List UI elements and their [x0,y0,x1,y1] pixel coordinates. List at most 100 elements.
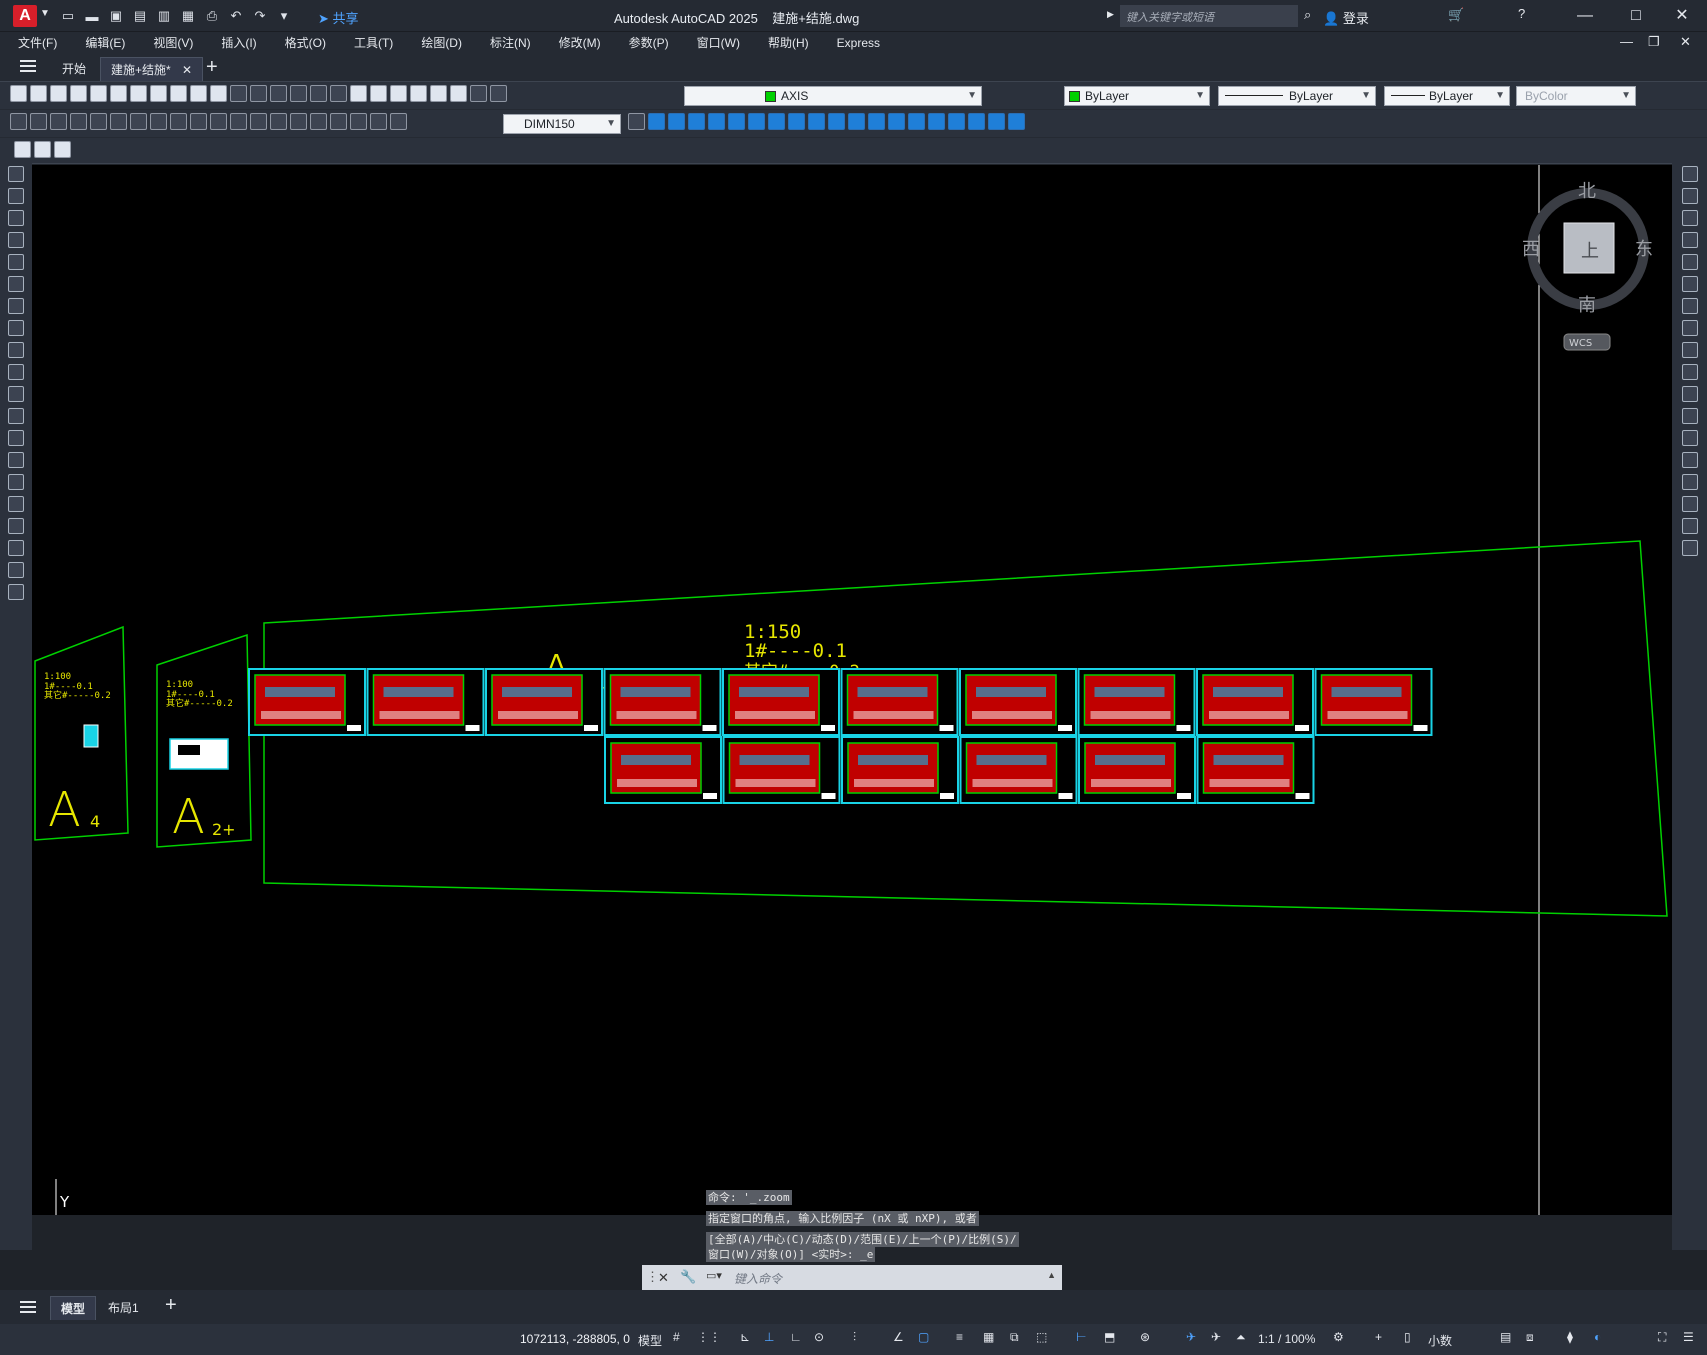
solid-union-icon[interactable] [648,113,665,130]
polyline-icon[interactable] [8,210,24,226]
qnew-icon[interactable] [10,85,27,102]
design-center-icon[interactable] [370,85,387,102]
inspect-icon[interactable] [310,113,327,130]
center-mark-icon[interactable] [290,113,307,130]
lock-ui-icon[interactable]: ⧈ [1526,1330,1534,1348]
customize-wrench-icon[interactable]: 🔧 [680,1269,696,1285]
copy-icon[interactable] [1681,188,1698,204]
object-snap-icon[interactable]: ▢ [918,1330,929,1348]
add-selected-icon[interactable] [8,584,24,600]
open-icon[interactable] [30,85,47,102]
copy-icon[interactable] [170,85,187,102]
blend-curves-icon[interactable] [1681,518,1698,534]
paste-icon[interactable] [190,85,207,102]
dim-update-icon[interactable] [390,113,407,130]
check-icon[interactable] [988,113,1005,130]
menu-draw[interactable]: 绘图(D) [421,32,462,54]
zoom-realtime-icon[interactable] [290,85,307,102]
compass-south[interactable]: 南 [1578,295,1596,316]
array-icon[interactable] [1681,254,1698,270]
move-face-icon[interactable] [728,113,745,130]
workspace-gear-icon[interactable]: ⚙ [1333,1330,1344,1348]
menu-tools[interactable]: 工具(T) [354,32,393,54]
dynamic-ucs-icon[interactable]: ⊢ [1076,1330,1086,1348]
help-icon[interactable]: ? [1518,6,1525,21]
new-layout-icon[interactable]: + [165,1294,177,1317]
export-icon[interactable]: ▦ [178,6,198,26]
selection-cycling-icon[interactable]: ⧉ [1010,1330,1019,1348]
infer-icon[interactable]: ⊾ [740,1330,750,1348]
tab-document[interactable]: 建施+结施* ✕ [100,57,204,81]
table-icon[interactable] [8,540,24,556]
ellipse-arc-icon[interactable] [8,386,24,402]
calculator-icon[interactable] [450,85,467,102]
save-icon[interactable]: ▣ [106,6,126,26]
zoom-window-icon[interactable] [310,85,327,102]
taper-face-icon[interactable] [808,113,825,130]
color-edge-icon[interactable] [888,113,905,130]
break-at-point-icon[interactable] [1681,408,1698,424]
imprint-icon[interactable] [908,113,925,130]
inner-minimize-icon[interactable]: — [1620,34,1633,49]
menu-insert[interactable]: 插入(I) [221,32,256,54]
dim-diameter-icon[interactable] [130,113,147,130]
linetype-dropdown[interactable]: ByLayer ▼ [1218,86,1376,106]
jog-line-icon[interactable] [330,113,347,130]
delete-face-icon[interactable] [768,113,785,130]
copy-edge-icon[interactable] [868,113,885,130]
dimstyle-manager-icon[interactable] [628,113,645,130]
3d-osnap-icon[interactable]: ⬚ [1036,1330,1047,1348]
menu-view[interactable]: 视图(V) [153,32,193,54]
annotation-monitor-icon[interactable]: + [1375,1330,1382,1348]
minimize-button[interactable]: — [1571,4,1599,28]
stretch-icon[interactable] [1681,342,1698,358]
annotation-scale-value[interactable]: 1:1 / 100% [1258,1332,1315,1350]
separate-icon[interactable] [948,113,965,130]
command-input[interactable]: 键入命令 [734,1270,782,1287]
publish-icon[interactable] [110,85,127,102]
redo-icon[interactable] [250,85,267,102]
move-icon[interactable] [1681,276,1698,292]
customization-icon[interactable]: ☰ [1683,1330,1694,1348]
maximize-button[interactable]: □ [1622,4,1650,28]
compass-north[interactable]: 北 [1578,181,1596,202]
clean-screen-icon[interactable]: ⛶ [1658,1330,1666,1348]
ortho-icon[interactable]: ∟ [790,1330,802,1348]
auto-scale-icon[interactable]: ✈ [1211,1330,1221,1348]
lineweight-dropdown[interactable]: ByLayer ▼ [1384,86,1510,106]
tab-layout1[interactable]: 布局1 [98,1296,149,1320]
help-icon[interactable] [470,85,487,102]
polygon-icon[interactable] [8,232,24,248]
object-snap-tracking-icon[interactable]: ∠ [893,1330,904,1348]
fillet-icon[interactable] [1681,496,1698,512]
undo-icon[interactable]: ↶ [226,6,246,26]
color-face-icon[interactable] [848,113,865,130]
plot-icon[interactable]: ⎙ [202,6,222,26]
gizmo-icon[interactable]: ⊛ [1140,1330,1150,1348]
menu-dimension[interactable]: 标注(N) [490,32,531,54]
menu-caret-icon[interactable]: ▼ [40,8,50,19]
model-space-toggle[interactable]: 模型 [638,1332,662,1350]
extend-icon[interactable] [1681,386,1698,402]
dim-linear-icon[interactable] [10,113,27,130]
offset-icon[interactable] [1681,232,1698,248]
trim-icon[interactable] [1681,364,1698,380]
dim-edit-icon[interactable] [350,113,367,130]
gradient-icon[interactable] [8,496,24,512]
dynamic-input-icon[interactable]: ⊥ [764,1330,774,1348]
spline-icon[interactable] [8,342,24,358]
plotstyle-dropdown[interactable]: ByColor ▼ [1516,86,1636,106]
chamfer-icon[interactable] [1681,474,1698,490]
menu-modify[interactable]: 修改(M) [559,32,601,54]
lineweight-icon[interactable]: ≡ [956,1330,963,1348]
compass-west[interactable]: 西 [1522,239,1540,260]
tab-start[interactable]: 开始 [52,57,96,81]
dim-aligned-icon[interactable] [30,113,47,130]
selection-filter-icon[interactable]: ⬒ [1104,1330,1115,1348]
search-icon[interactable]: ⌕ [1304,7,1311,23]
units-value[interactable]: 小数 [1428,1332,1452,1350]
dim-angular-icon[interactable] [150,113,167,130]
drawing-viewport[interactable]: 1:150 1#----0.1 其它#----0.2 A 1+ 1:100 1#… [32,165,1672,1215]
insert-block-icon[interactable] [8,408,24,424]
table-style-icon[interactable] [34,141,51,158]
